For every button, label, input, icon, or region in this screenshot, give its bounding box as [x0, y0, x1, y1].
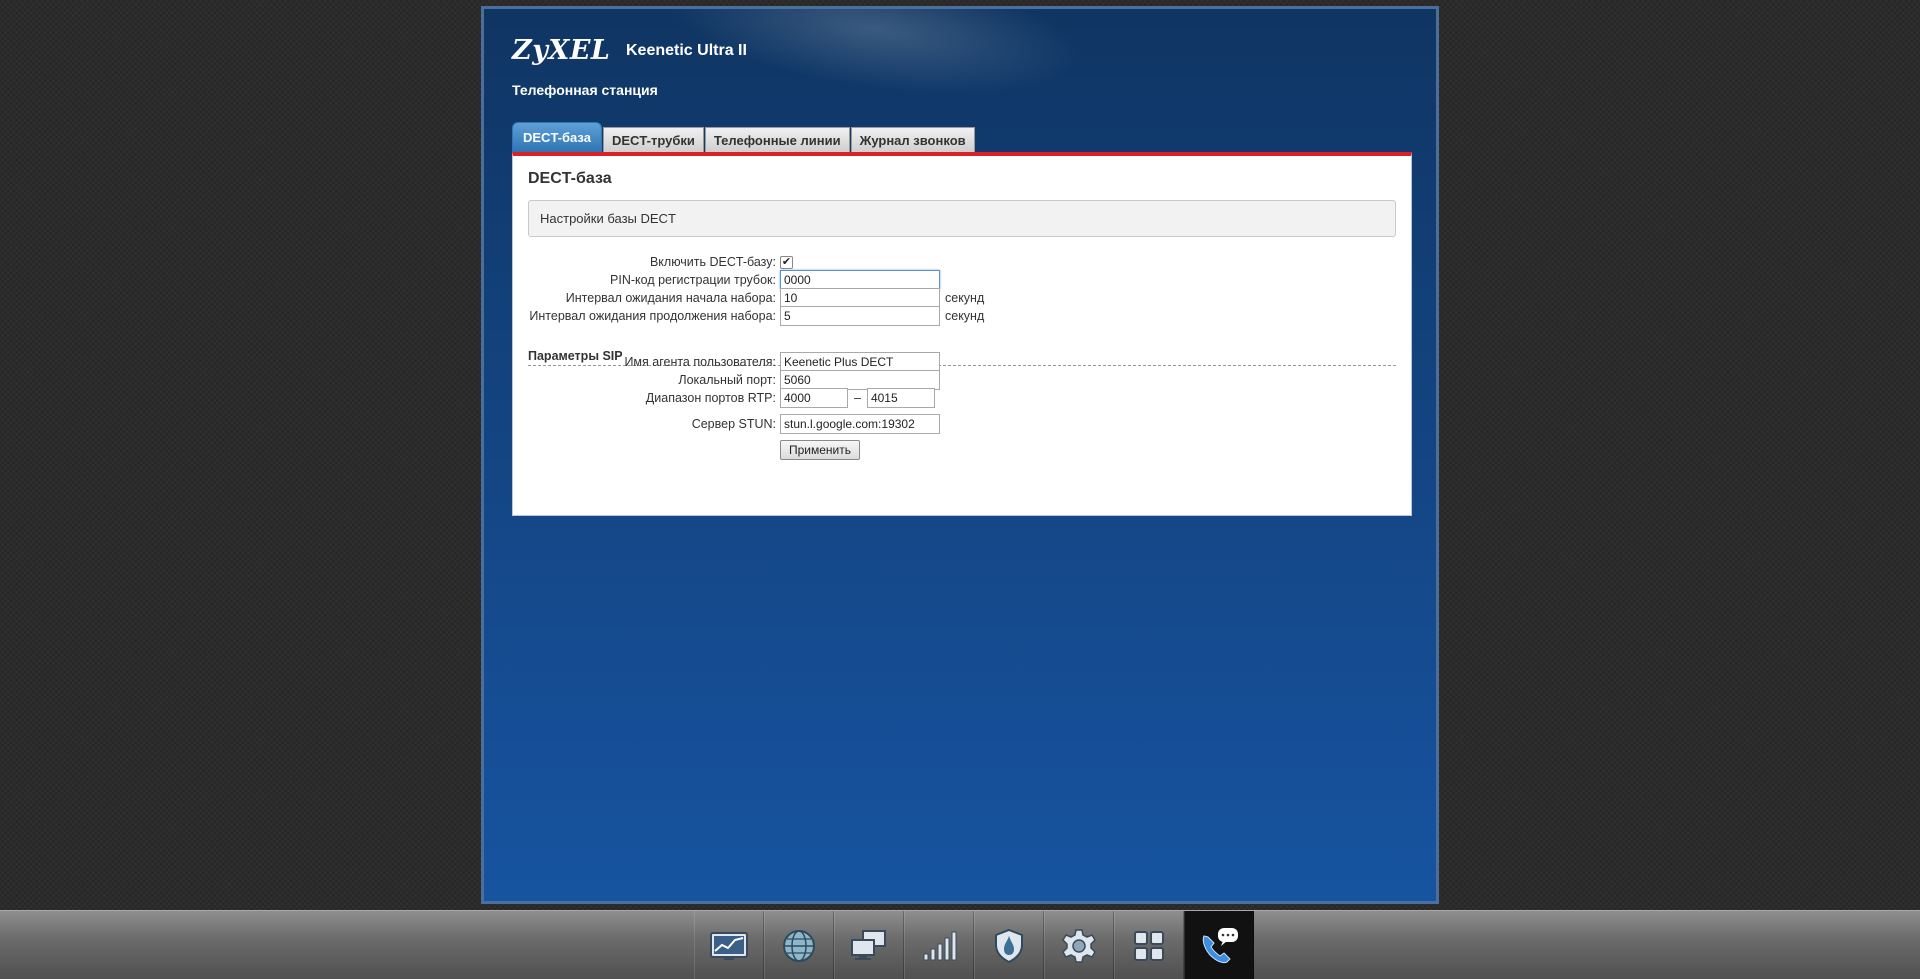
dial-continue-label: Интервал ожидания продолжения набора: [529, 309, 776, 323]
settings-panel: DECT-база Настройки базы DECT Включить D… [512, 152, 1412, 516]
apply-row: Применить [513, 440, 861, 460]
dial-start-label: Интервал ожидания начала набора: [565, 291, 776, 305]
tab-bar: DECT-база DECT-трубки Телефонные линии Ж… [512, 122, 976, 152]
pin-row: PIN-код регистрации трубок: [513, 270, 940, 290]
globe-icon [783, 929, 815, 962]
checkmark-icon: ✔ [781, 255, 792, 268]
user-agent-row: Имя агента пользователя: [513, 352, 940, 372]
dial-start-input[interactable] [780, 288, 940, 308]
tab-dect-handsets[interactable]: DECT-трубки [602, 127, 704, 152]
rtp-from-input[interactable] [780, 388, 848, 408]
gear-icon [1062, 928, 1096, 963]
stun-input[interactable] [780, 414, 940, 434]
dock-internet[interactable] [764, 911, 834, 979]
tab-phone-lines[interactable]: Телефонные линии [704, 127, 850, 152]
monitor-graph-icon [710, 931, 748, 960]
tab-call-log[interactable]: Журнал звонков [850, 127, 975, 152]
user-agent-label: Имя агента пользователя: [624, 355, 776, 369]
page-heading: Телефонная станция [512, 82, 658, 98]
user-agent-input[interactable] [780, 352, 940, 372]
panel-title: DECT-база [528, 170, 612, 187]
stun-label: Сервер STUN: [691, 417, 776, 431]
dial-continue-unit: секунд [945, 309, 985, 323]
info-box: Настройки базы DECT [528, 200, 1396, 237]
dock-home-network[interactable] [834, 911, 904, 979]
tab-dect-base[interactable]: DECT-база [512, 122, 602, 152]
local-port-row: Локальный порт: [513, 370, 940, 390]
dial-continue-input[interactable] [780, 306, 940, 326]
pin-input[interactable] [780, 270, 940, 290]
dock-system[interactable] [1044, 911, 1114, 979]
rtp-to-input[interactable] [866, 388, 935, 408]
signal-bars-icon [923, 931, 957, 960]
pin-label: PIN-код регистрации трубок: [610, 273, 776, 287]
dock-security[interactable] [974, 911, 1044, 979]
rtp-range-separator: – [854, 391, 861, 405]
apply-button[interactable]: Применить [780, 440, 861, 460]
dock-apps[interactable] [1114, 911, 1184, 979]
dial-start-unit: секунд [945, 291, 985, 305]
network-computers-icon [851, 929, 886, 960]
dock-monitor[interactable] [694, 911, 764, 979]
dock-telephony[interactable] [1184, 911, 1254, 979]
enable-dect-row: Включить DECT-базу: ✔ [513, 252, 793, 272]
zyxel-logo: ZyXEL [512, 35, 611, 66]
bottom-dock [0, 910, 1920, 979]
enable-dect-checkbox[interactable]: ✔ [780, 255, 793, 269]
local-port-label: Локальный порт: [678, 373, 776, 387]
dock-wifi[interactable] [904, 911, 974, 979]
enable-dect-label: Включить DECT-базу: [649, 255, 776, 269]
model-name: Keenetic Ultra II [626, 42, 747, 59]
phone-chat-icon [1202, 927, 1238, 963]
local-port-input[interactable] [780, 370, 940, 390]
router-frame: ZyXEL Keenetic Ultra II Телефонная станц… [481, 6, 1439, 904]
shield-icon [995, 928, 1023, 963]
apps-grid-icon [1134, 930, 1164, 961]
stun-row: Сервер STUN: [513, 414, 940, 434]
rtp-range-row: Диапазон портов RTP: – [513, 388, 935, 408]
dial-continue-row: Интервал ожидания продолжения набора: се… [513, 306, 984, 326]
dial-start-row: Интервал ожидания начала набора: секунд [513, 288, 984, 308]
rtp-range-label: Диапазон портов RTP: [645, 391, 776, 405]
